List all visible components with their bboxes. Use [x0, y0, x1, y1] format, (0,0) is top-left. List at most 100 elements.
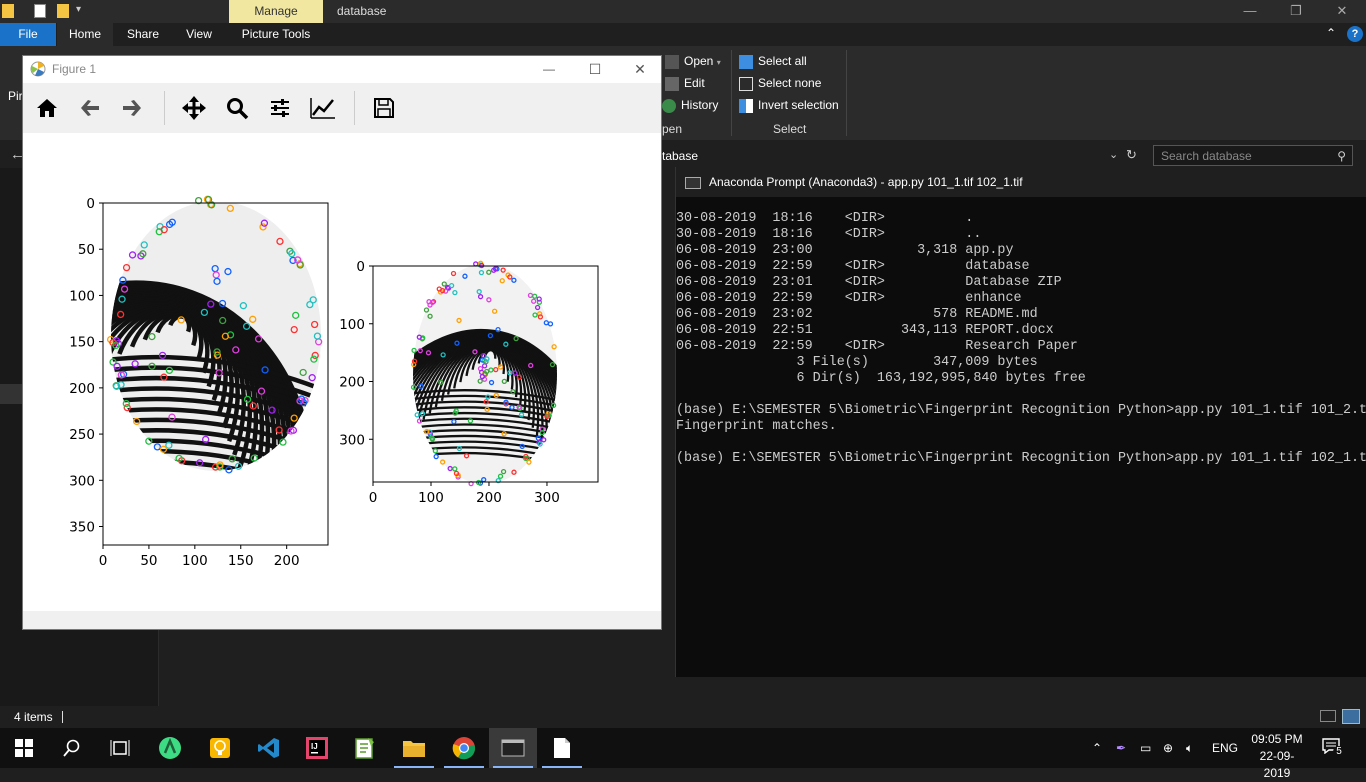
volume-icon[interactable]: 🔈︎ [1186, 728, 1193, 768]
x-tick-label: 50 [140, 553, 157, 569]
nav-selected-item[interactable] [0, 384, 22, 404]
select-none-button[interactable]: Select none [739, 73, 821, 93]
select-all-button[interactable]: Select all [739, 51, 807, 71]
edit-axis-icon[interactable] [306, 91, 340, 125]
y-tick-label: 300 [339, 432, 365, 448]
figure-canvas[interactable]: 0 50 100 150 200 0 50 100 150 200 250 300 350 0 100 200… [23, 133, 661, 611]
edit-icon [665, 76, 679, 91]
explorer-title-bar: ▾ Manage database — ❐ ✕ [0, 0, 1366, 23]
folder-icon[interactable] [2, 4, 14, 18]
address-bar[interactable]: tabase [662, 146, 1142, 166]
collapse-ribbon-icon[interactable]: ⌃ [1326, 26, 1336, 40]
large-icons-view-icon[interactable] [1342, 709, 1360, 724]
console-window[interactable]: Anaconda Prompt (Anaconda3) - app.py 101… [675, 167, 1366, 677]
toolbar-separator [164, 91, 165, 125]
y-tick-label: 50 [78, 242, 95, 258]
figure-close-button[interactable]: ✕ [630, 56, 650, 83]
ribbon-separator [846, 50, 847, 136]
language-indicator[interactable]: ENG [1212, 728, 1238, 768]
search-input[interactable]: Search database ⚲ [1153, 145, 1353, 166]
open-button[interactable]: Open ▾ [665, 51, 721, 71]
y-tick-label: 100 [69, 288, 95, 304]
forward-arrow-icon[interactable] [115, 91, 149, 125]
window-title: database [337, 4, 387, 18]
tab-picture-tools[interactable]: Picture Tools [229, 23, 323, 46]
x-tick-label: 300 [534, 490, 560, 506]
open-icon [665, 54, 679, 69]
y-tick-label: 200 [69, 381, 95, 397]
console-line: (base) E:\SEMESTER 5\Biometric\Fingerpri… [676, 451, 1366, 466]
console-line: 30-08-2019 18:16 <DIR> . [676, 211, 974, 226]
refresh-icon[interactable]: ↻ [1126, 147, 1137, 163]
manage-tab[interactable]: Manage [229, 0, 323, 23]
figure-window[interactable]: Figure 1 — ☐ ✕ 0 50 100 150 200 0 50 100… [22, 55, 662, 630]
x-tick-label: 200 [476, 490, 502, 506]
notification-count: 5 [1333, 746, 1345, 758]
chrome-icon[interactable] [440, 728, 488, 768]
select-none-icon [739, 76, 753, 91]
console-line: Fingerprint matches. [676, 419, 837, 434]
task-view-icon[interactable] [96, 728, 144, 768]
notepad-plus-icon[interactable] [341, 728, 389, 768]
document-icon[interactable] [538, 728, 586, 768]
lightbulb-app-icon[interactable] [196, 728, 244, 768]
edit-button[interactable]: Edit [665, 73, 705, 93]
pen-icon[interactable]: ✒ [1116, 728, 1126, 768]
x-tick-label: 100 [182, 553, 208, 569]
address-dropdown-icon[interactable]: ⌄ [1109, 148, 1118, 161]
start-icon[interactable] [0, 728, 48, 768]
invert-selection-icon [739, 98, 753, 113]
home-icon[interactable] [30, 91, 64, 125]
select-all-icon [739, 54, 753, 69]
file-explorer-icon[interactable] [390, 728, 438, 768]
status-bar: 4 items [0, 706, 1366, 728]
battery-icon[interactable]: ▭ [1140, 728, 1151, 768]
figure-title: Figure 1 [52, 62, 97, 76]
help-icon[interactable]: ? [1347, 26, 1363, 42]
back-arrow-icon[interactable] [73, 91, 107, 125]
search-icon[interactable] [48, 728, 96, 768]
console-line: 30-08-2019 18:16 <DIR> .. [676, 227, 982, 242]
item-count: 4 items [14, 710, 53, 724]
configure-subplots-icon[interactable] [263, 91, 297, 125]
terminal-icon[interactable] [489, 728, 537, 768]
vscode-icon[interactable] [245, 728, 293, 768]
y-tick-label: 150 [69, 335, 95, 351]
network-icon[interactable]: ⊕ [1163, 728, 1173, 768]
tab-file[interactable]: File [0, 23, 56, 46]
zoom-icon[interactable] [220, 91, 254, 125]
properties-icon[interactable] [34, 4, 46, 18]
history-button[interactable]: History [662, 95, 718, 115]
console-line: 06-08-2019 23:01 <DIR> Database ZIP [676, 275, 1062, 290]
fingerprint-plot-2 [372, 260, 599, 487]
invert-selection-button[interactable]: Invert selection [739, 95, 839, 115]
restore-button[interactable]: ❐ [1273, 0, 1319, 23]
details-view-icon[interactable] [1320, 710, 1336, 722]
clock[interactable]: 09:05 PM 22-09-2019 [1248, 731, 1306, 782]
console-line: (base) E:\SEMESTER 5\Biometric\Fingerpri… [676, 403, 1366, 418]
minimize-button[interactable]: — [1227, 0, 1273, 23]
android-studio-icon[interactable] [146, 728, 194, 768]
console-output[interactable]: 30-08-2019 18:16 <DIR> . 30-08-2019 18:16… [676, 211, 1366, 467]
tab-share[interactable]: Share [116, 23, 170, 46]
figure-toolbar [23, 83, 661, 134]
tab-view[interactable]: View [172, 23, 226, 46]
pan-icon[interactable] [177, 91, 211, 125]
svg-text:IJ: IJ [311, 742, 318, 751]
show-hidden-icons-icon[interactable]: ⌃ [1092, 728, 1102, 768]
ribbon-separator [731, 50, 732, 136]
figure-maximize-button[interactable]: ☐ [585, 56, 605, 83]
tab-home[interactable]: Home [57, 23, 113, 46]
fingerprint-image-1 [111, 203, 321, 471]
save-icon[interactable] [367, 91, 401, 125]
close-button[interactable]: ✕ [1319, 0, 1365, 23]
intellij-icon[interactable]: IJ [293, 728, 341, 768]
notification-center-icon[interactable]: 5 [1322, 738, 1345, 758]
figure-status-bar [23, 611, 661, 629]
new-folder-icon[interactable] [57, 4, 69, 18]
customize-toolbar-icon[interactable]: ▾ [76, 4, 81, 15]
figure-minimize-button[interactable]: — [539, 56, 559, 83]
select-group-label: Select [773, 122, 807, 136]
console-line: 06-08-2019 22:59 <DIR> enhance [676, 291, 1022, 306]
